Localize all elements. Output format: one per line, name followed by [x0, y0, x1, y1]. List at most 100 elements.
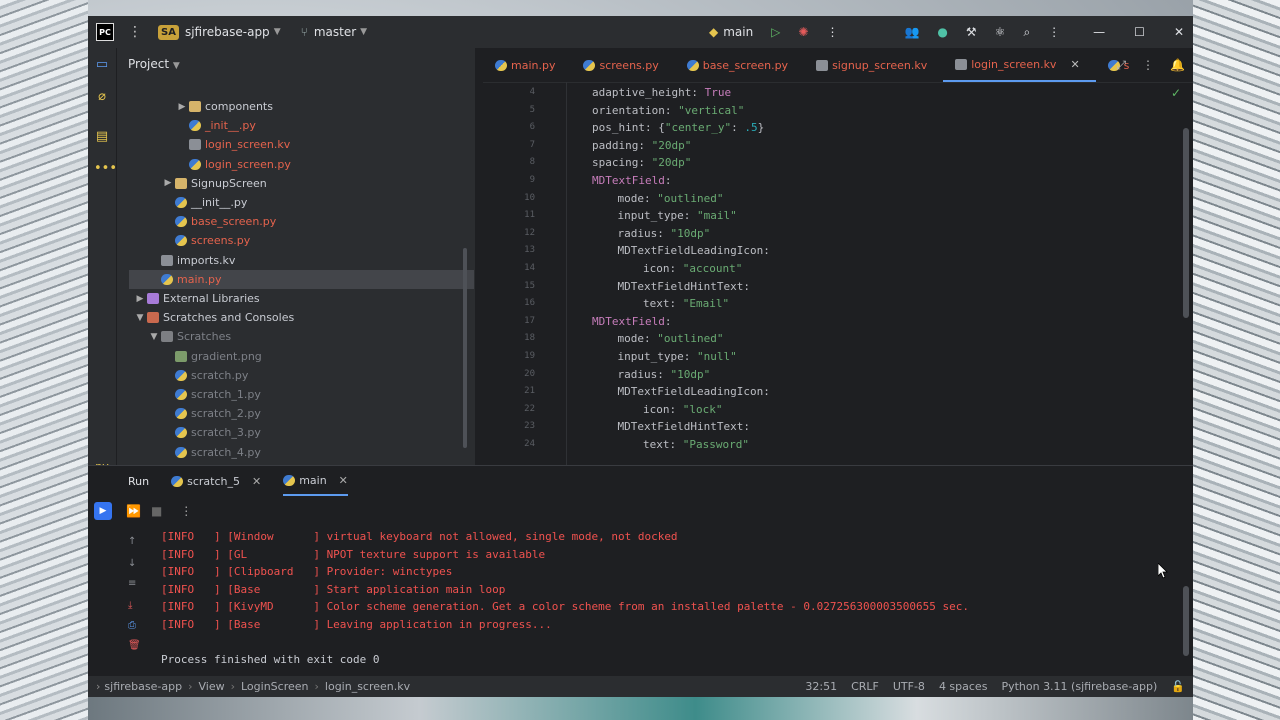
run-tab[interactable]: main ✕ [283, 466, 348, 496]
python-file-icon [175, 216, 187, 228]
expanded-arrow-icon[interactable]: ▼ [133, 313, 147, 323]
resume-icon[interactable]: ⏩ [126, 504, 141, 518]
editor-tab[interactable]: signup_screen.kv [804, 48, 943, 82]
code-token: : [664, 314, 672, 328]
tree-item[interactable]: base_screen.py [117, 212, 475, 231]
breadcrumb-item[interactable]: sjfirebase-app [104, 680, 182, 693]
more-actions-icon[interactable]: ⋮ [826, 25, 838, 39]
code-with-me-icon[interactable]: 👥 [904, 25, 919, 39]
settings-more-icon[interactable]: ⋮ [1048, 25, 1060, 39]
close-tab-icon[interactable]: ✕ [252, 475, 261, 488]
indent-setting[interactable]: 4 spaces [939, 680, 988, 693]
expanded-arrow-icon[interactable]: ▼ [147, 332, 161, 342]
structure-icon[interactable]: ▤ [94, 129, 110, 145]
line-separator[interactable]: CRLF [851, 680, 879, 693]
tree-item[interactable]: _init__.py [117, 116, 475, 135]
python-file-icon [686, 59, 699, 71]
rerun-icon[interactable]: ▶ [94, 502, 112, 520]
expand-icon[interactable]: ⤢ [1116, 58, 1126, 73]
tree-item[interactable]: scratch_2.py [117, 404, 475, 423]
tree-item[interactable]: ▶ components [117, 97, 475, 116]
close-icon[interactable]: ✕ [1174, 25, 1184, 39]
editor-tab[interactable]: screens.py [571, 48, 674, 82]
console-scrollbar[interactable] [1183, 586, 1189, 656]
tree-item[interactable]: ▼ Scratches and Consoles [117, 308, 475, 327]
tree-item-label: login_screen.py [205, 157, 291, 171]
stop-icon[interactable]: ■ [151, 504, 162, 518]
ai-assistant-icon[interactable]: ⚛ [995, 25, 1006, 39]
file-encoding[interactable]: UTF-8 [893, 680, 925, 693]
tree-item[interactable]: login_screen.kv [117, 135, 475, 154]
project-badge[interactable]: SA [158, 24, 179, 40]
breadcrumb-item[interactable]: login_screen.kv [325, 680, 410, 693]
clear-all-icon[interactable]: 🗑 [128, 640, 141, 651]
cursor-position[interactable]: 32:51 [805, 680, 837, 693]
tree-item[interactable]: __init__.py [117, 193, 475, 212]
editor-tab[interactable]: login_screen.kv ✕ [943, 48, 1096, 82]
tree-item[interactable]: scratch_1.py [117, 385, 475, 404]
tree-item[interactable]: scratch_3.py [117, 423, 475, 442]
editor-scrollbar[interactable] [1183, 128, 1189, 318]
scroll-up-icon[interactable]: ↑ [128, 536, 136, 547]
code-token: : [664, 174, 672, 187]
more-tools-icon[interactable]: ••• [94, 161, 117, 177]
tree-item[interactable]: login_screen.py [117, 155, 475, 174]
python-icon: ◆ [708, 25, 719, 39]
pycharm-logo-icon[interactable]: PC [96, 23, 114, 41]
soft-wrap-icon[interactable]: ≡ [128, 578, 136, 589]
library-icon [147, 293, 159, 304]
project-panel-title[interactable]: Project ▼ [128, 57, 180, 71]
minimize-icon[interactable]: — [1093, 25, 1105, 39]
tab-more-icon[interactable]: ⋮ [1142, 58, 1154, 72]
tree-item[interactable]: imports.kv [117, 251, 475, 270]
main-menu-icon[interactable]: ⋮ [128, 24, 142, 40]
print-icon[interactable]: ⎙ [128, 620, 136, 631]
search-icon[interactable]: ⌕ [1023, 25, 1030, 40]
code-line: MDTextFieldHintText: [618, 420, 750, 433]
maximize-icon[interactable]: ☐ [1134, 25, 1145, 39]
folder-icon [189, 101, 201, 112]
line-number: 19 [524, 351, 535, 361]
tree-item[interactable]: screens.py [117, 231, 475, 250]
editor-tab[interactable]: base_screen.py [675, 48, 804, 82]
run-console-output[interactable]: [INFO ] [Window ] virtual keyboard not a… [161, 530, 969, 671]
run-more-icon[interactable]: ⋮ [180, 504, 192, 518]
lock-icon[interactable]: 🔓 [1171, 680, 1185, 693]
tree-item[interactable]: ▶ External Libraries [117, 289, 475, 308]
run-icon[interactable]: ▷ [771, 25, 780, 39]
no-problems-check-icon: ✓ [1170, 86, 1181, 100]
close-tab-icon[interactable]: ✕ [339, 474, 348, 487]
tree-item[interactable]: gradient.png [117, 347, 475, 366]
build-tools-icon[interactable]: ⚒ [966, 25, 977, 39]
run-config-select[interactable]: main [723, 25, 753, 39]
scroll-to-end-icon[interactable]: ⤓ [128, 600, 132, 611]
breadcrumb-item[interactable]: View [198, 680, 224, 693]
collapsed-arrow-icon[interactable]: ▶ [133, 294, 147, 304]
tree-item[interactable]: scratch.py [117, 366, 475, 385]
collapsed-arrow-icon[interactable]: ▶ [175, 102, 189, 112]
kv-file-icon [189, 139, 201, 151]
collapsed-arrow-icon[interactable]: ▶ [161, 178, 175, 188]
editor-tab-bar: main.py screens.py base_screen.py signup_sc… [483, 48, 1193, 83]
code-area[interactable]: 4 adaptive_height: True 5 orientation: "ver… [483, 82, 1193, 465]
branch-name[interactable]: master [314, 25, 356, 39]
interpreter[interactable]: Python 3.11 (sjfirebase-app) [1001, 680, 1157, 693]
tree-item[interactable]: ▼ Scratches [117, 327, 475, 346]
breadcrumb-item[interactable]: LoginScreen [241, 680, 309, 693]
tree-item[interactable]: scratch_4.py [117, 443, 475, 462]
tree-item[interactable]: ▶ SignupScreen [117, 174, 475, 193]
line-number: 16 [524, 298, 535, 309]
close-tab-icon[interactable]: ✕ [1070, 58, 1079, 71]
notifications-icon[interactable]: 🔔 [1170, 58, 1185, 72]
plugin-status-icon[interactable]: ● [937, 25, 947, 39]
python-file-icon [583, 59, 596, 71]
project-view-icon[interactable]: ▭ [94, 57, 110, 73]
tree-item[interactable]: main.py [129, 269, 474, 289]
project-scrollbar[interactable] [463, 248, 467, 448]
commit-icon[interactable]: ⌀ [94, 89, 110, 105]
editor-tab[interactable]: main.py [483, 48, 571, 82]
debug-icon[interactable]: ✺ [798, 25, 808, 39]
project-name[interactable]: sjfirebase-app [185, 25, 270, 39]
scroll-down-icon[interactable]: ↓ [128, 558, 136, 569]
run-tab[interactable]: scratch_5 ✕ [171, 466, 261, 496]
